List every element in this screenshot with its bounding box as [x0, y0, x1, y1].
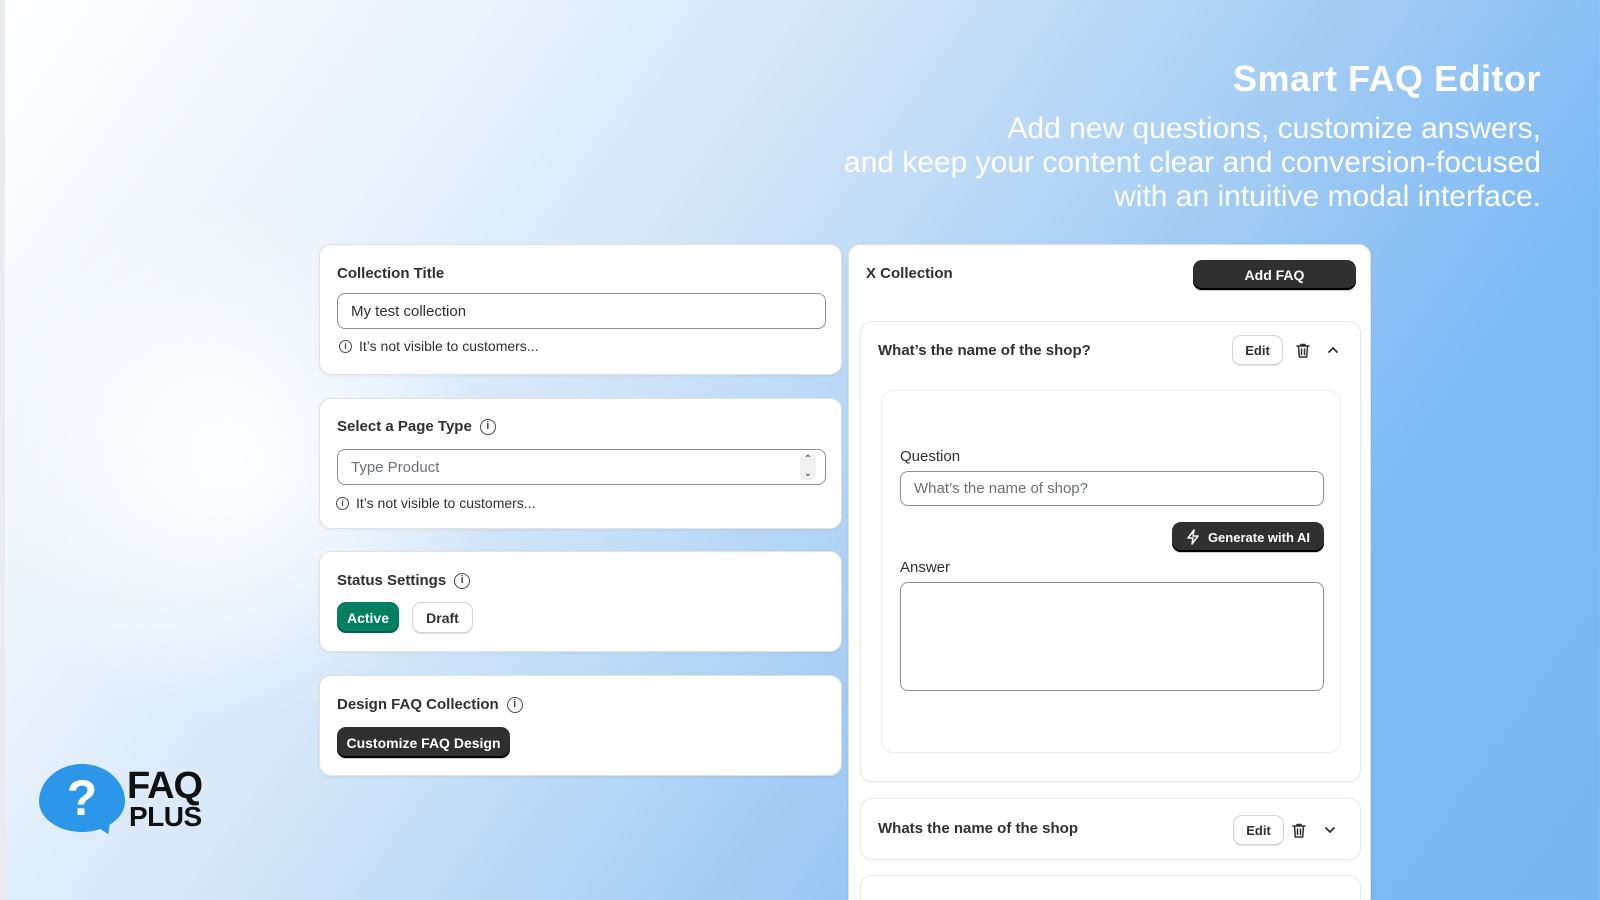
lightning-icon — [1187, 529, 1199, 545]
faq-edit-button[interactable]: Edit — [1233, 815, 1284, 845]
chevron-up-icon[interactable] — [1322, 339, 1344, 361]
hero-line-1: Add new questions, customize answers, — [1007, 112, 1541, 145]
status-label-row: Status Settings i — [337, 572, 471, 589]
page-type-label: Select a Page Type — [337, 418, 472, 435]
collection-title-input[interactable] — [337, 293, 826, 329]
hero-title: Smart FAQ Editor — [1232, 58, 1541, 99]
answer-field-label: Answer — [900, 559, 951, 576]
status-settings-card: Status Settings i Active Draft — [319, 551, 842, 652]
question-field-label: Question — [900, 448, 961, 465]
question-input[interactable] — [900, 471, 1324, 506]
collection-title-hint: i It’s not visible to customers... — [339, 338, 538, 354]
generate-with-ai-button[interactable]: Generate with AI — [1172, 522, 1324, 552]
faq-editor-box: Question Generate with AI Answer — [881, 390, 1341, 753]
faq-panel-title: X Collection — [866, 265, 953, 282]
hero-line-3: with an intuitive modal interface. — [1114, 180, 1541, 213]
page-type-label-row: Select a Page Type i — [337, 418, 496, 435]
page-type-hint: i It’s not visible to customers... — [336, 495, 535, 511]
faq-item: What’s the name of the shop? Edit Questi… — [860, 321, 1361, 782]
select-stepper-icon[interactable]: ⌃ ⌄ — [800, 454, 816, 480]
chevron-down-icon[interactable] — [1319, 819, 1341, 841]
trash-icon[interactable] — [1288, 819, 1310, 841]
question-bubble-icon: ? — [39, 764, 125, 832]
faq-question-text[interactable]: Whats the name of the shop — [878, 820, 1078, 837]
generate-with-ai-label: Generate with AI — [1207, 529, 1311, 545]
info-icon[interactable]: i — [506, 696, 523, 713]
faq-item: Whats the name of the shop Edit — [860, 798, 1361, 860]
info-icon[interactable]: i — [479, 418, 496, 435]
faq-plus-logo: ? FAQ PLUS — [39, 764, 219, 839]
status-draft-button[interactable]: Draft — [412, 602, 473, 633]
hero-line-2: and keep your content clear and conversi… — [843, 146, 1541, 179]
page-type-card: Select a Page Type i ⌃⌄ i It’s not visib… — [319, 398, 842, 529]
status-active-button[interactable]: Active — [337, 602, 399, 633]
design-label-row: Design FAQ Collection i — [337, 696, 523, 713]
page-type-hint-text: It’s not visible to customers... — [356, 495, 536, 511]
logo-word-faq: FAQ — [127, 765, 203, 807]
faq-item — [860, 875, 1361, 900]
info-icon: i — [336, 496, 349, 510]
faq-collection-panel: X Collection Add FAQ What’s the name of … — [848, 244, 1371, 900]
faq-edit-button[interactable]: Edit — [1232, 335, 1283, 365]
collection-title-hint-text: It’s not visible to customers... — [359, 338, 539, 354]
trash-icon[interactable] — [1292, 339, 1314, 361]
collection-title-label: Collection Title — [337, 265, 445, 282]
info-icon: i — [339, 339, 352, 353]
page-type-select-input[interactable] — [337, 449, 826, 485]
left-edge-strip — [0, 0, 5, 900]
logo-word-plus: PLUS — [129, 801, 202, 832]
design-faq-label: Design FAQ Collection — [337, 696, 499, 713]
faq-question-text[interactable]: What’s the name of the shop? — [878, 342, 1091, 359]
collection-title-card: Collection Title i It’s not visible to c… — [319, 244, 842, 375]
hero-text: Smart FAQ Editor Add new questions, cust… — [844, 58, 1541, 214]
status-settings-label: Status Settings — [337, 572, 447, 589]
answer-textarea[interactable] — [900, 582, 1324, 691]
add-faq-button[interactable]: Add FAQ — [1193, 260, 1356, 290]
page-type-select[interactable]: ⌃⌄ — [337, 449, 826, 485]
info-icon[interactable]: i — [454, 572, 471, 589]
design-faq-card: Design FAQ Collection i Customize FAQ De… — [319, 675, 842, 776]
customize-faq-design-button[interactable]: Customize FAQ Design — [337, 727, 510, 758]
